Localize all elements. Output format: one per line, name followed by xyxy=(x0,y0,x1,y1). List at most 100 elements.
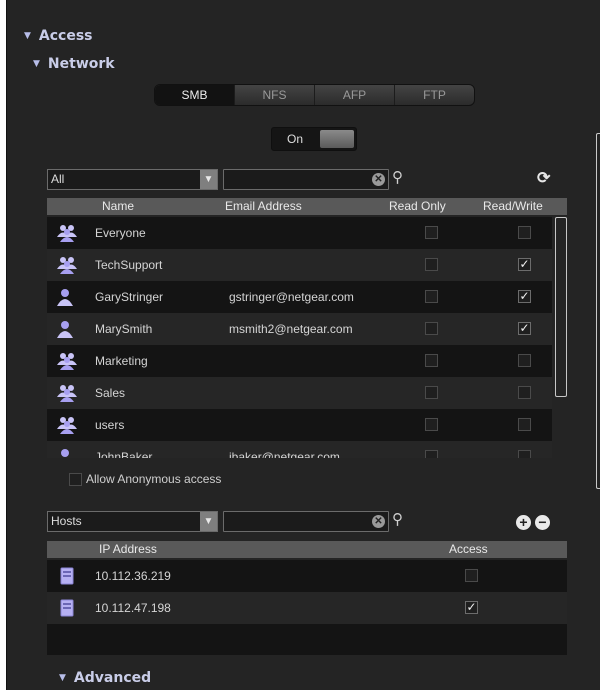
access-panel: ▼ Access ▼ Network SMB NFS AFP FTP On Al… xyxy=(6,0,600,690)
col-read-write: Read/Write xyxy=(483,199,543,213)
anonymous-label: Allow Anonymous access xyxy=(86,472,222,486)
read-write-checkbox[interactable] xyxy=(518,418,531,431)
group-icon xyxy=(57,352,77,373)
col-read-only: Read Only xyxy=(389,199,446,213)
row-name: TechSupport xyxy=(95,258,163,272)
toggle-on-label: On xyxy=(286,132,303,146)
section-advanced[interactable]: ▼ Advanced xyxy=(59,670,151,686)
host-icon xyxy=(60,567,74,588)
remove-icon[interactable]: − xyxy=(535,515,550,530)
read-only-checkbox[interactable] xyxy=(425,354,438,367)
section-advanced-label: Advanced xyxy=(73,670,152,686)
group-icon xyxy=(57,224,77,245)
col-name: Name xyxy=(102,199,135,213)
table-row[interactable]: users xyxy=(47,409,552,441)
table-row[interactable]: 10.112.36.219 xyxy=(47,560,567,592)
hosts-table-header: IP Address Access xyxy=(47,541,567,558)
tab-smb[interactable]: SMB xyxy=(155,85,235,105)
hosts-filter-select[interactable]: Hosts ▼ xyxy=(47,511,218,532)
table-row[interactable]: JohnBaker jbaker@netgear.com xyxy=(47,441,552,458)
tab-nfs[interactable]: NFS xyxy=(235,85,315,105)
read-write-checkbox[interactable] xyxy=(518,450,531,458)
users-table-body: Everyone TechSupport ✓ GaryStringer gstringe… xyxy=(47,217,552,458)
hosts-table-body: 10.112.36.219 10.112.47.198 ✓ xyxy=(47,560,567,655)
row-name: JohnBaker xyxy=(95,450,153,458)
access-checkbox[interactable]: ✓ xyxy=(465,601,478,614)
panel-scrollbar[interactable] xyxy=(596,133,600,489)
group-icon xyxy=(57,384,77,405)
table-row[interactable]: Sales xyxy=(47,377,552,409)
triangle-down-icon: ▼ xyxy=(59,673,66,683)
users-table-scrollbar[interactable] xyxy=(555,217,567,397)
table-row[interactable]: MarySmith msmith2@netgear.com ✓ xyxy=(47,313,552,345)
read-write-checkbox[interactable] xyxy=(518,386,531,399)
col-access: Access xyxy=(449,542,488,556)
clear-search-icon[interactable]: ✕ xyxy=(372,173,385,186)
col-email: Email Address xyxy=(225,199,302,213)
group-icon xyxy=(57,416,77,437)
row-name: users xyxy=(95,418,125,432)
users-table-header: Name Email Address Read Only Read/Write xyxy=(47,198,567,215)
add-icon[interactable]: + xyxy=(516,515,531,530)
read-only-checkbox[interactable] xyxy=(425,258,438,271)
row-name: Everyone xyxy=(95,226,146,240)
section-access[interactable]: ▼ Access xyxy=(24,28,93,44)
read-only-checkbox[interactable] xyxy=(425,418,438,431)
col-ip-address: IP Address xyxy=(99,542,157,556)
service-toggle[interactable]: On xyxy=(271,127,357,151)
tab-ftp[interactable]: FTP xyxy=(395,85,474,105)
read-only-checkbox[interactable] xyxy=(425,386,438,399)
tab-afp[interactable]: AFP xyxy=(315,85,395,105)
user-icon xyxy=(57,320,73,341)
hosts-filter-value: Hosts xyxy=(51,514,82,528)
row-name: Marketing xyxy=(95,354,148,368)
row-email: jbaker@netgear.com xyxy=(229,450,340,458)
anonymous-checkbox[interactable] xyxy=(69,472,82,486)
table-row[interactable]: GaryStringer gstringer@netgear.com ✓ xyxy=(47,281,552,313)
user-icon xyxy=(57,448,73,458)
row-email: msmith2@netgear.com xyxy=(229,322,353,336)
row-ip: 10.112.47.198 xyxy=(95,601,171,615)
empty-row xyxy=(47,624,567,655)
host-icon xyxy=(60,599,74,620)
toggle-knob[interactable] xyxy=(320,130,354,148)
access-checkbox[interactable] xyxy=(465,569,478,582)
section-access-label: Access xyxy=(38,28,93,44)
chevron-down-icon: ▼ xyxy=(200,170,217,189)
read-write-checkbox[interactable]: ✓ xyxy=(518,290,531,303)
triangle-down-icon: ▼ xyxy=(24,31,31,41)
read-only-checkbox[interactable] xyxy=(425,226,438,239)
read-write-checkbox[interactable] xyxy=(518,354,531,367)
read-only-checkbox[interactable] xyxy=(425,290,438,303)
section-network[interactable]: ▼ Network xyxy=(33,56,115,72)
row-name: Sales xyxy=(95,386,126,400)
anonymous-access[interactable]: Allow Anonymous access xyxy=(69,472,221,486)
read-only-checkbox[interactable] xyxy=(425,322,438,335)
table-row[interactable]: 10.112.47.198 ✓ xyxy=(47,592,567,624)
row-email: gstringer@netgear.com xyxy=(229,290,354,304)
read-write-checkbox[interactable] xyxy=(518,226,531,239)
clear-search-icon[interactable]: ✕ xyxy=(372,515,385,528)
row-name: GaryStringer xyxy=(95,290,164,304)
chevron-down-icon: ▼ xyxy=(200,512,217,531)
read-write-checkbox[interactable]: ✓ xyxy=(518,258,531,271)
users-filter-select[interactable]: All ▼ xyxy=(47,169,218,190)
table-row[interactable]: Everyone xyxy=(47,217,552,249)
users-search-input[interactable]: ✕ xyxy=(223,169,389,190)
triangle-down-icon: ▼ xyxy=(33,59,40,69)
row-name: MarySmith xyxy=(95,322,153,336)
table-row[interactable]: TechSupport ✓ xyxy=(47,249,552,281)
read-only-checkbox[interactable] xyxy=(425,450,438,458)
protocol-tabs: SMB NFS AFP FTP xyxy=(154,84,475,106)
section-network-label: Network xyxy=(47,56,115,72)
read-write-checkbox[interactable]: ✓ xyxy=(518,322,531,335)
table-row[interactable]: Marketing xyxy=(47,345,552,377)
group-icon xyxy=(57,256,77,277)
search-icon[interactable]: ⚲ xyxy=(392,510,403,528)
hosts-search-input[interactable]: ✕ xyxy=(223,511,389,532)
refresh-icon[interactable]: ⟳ xyxy=(537,168,550,188)
user-icon xyxy=(57,288,73,309)
search-icon[interactable]: ⚲ xyxy=(392,168,403,186)
users-filter-value: All xyxy=(51,172,65,186)
row-ip: 10.112.36.219 xyxy=(95,569,171,583)
